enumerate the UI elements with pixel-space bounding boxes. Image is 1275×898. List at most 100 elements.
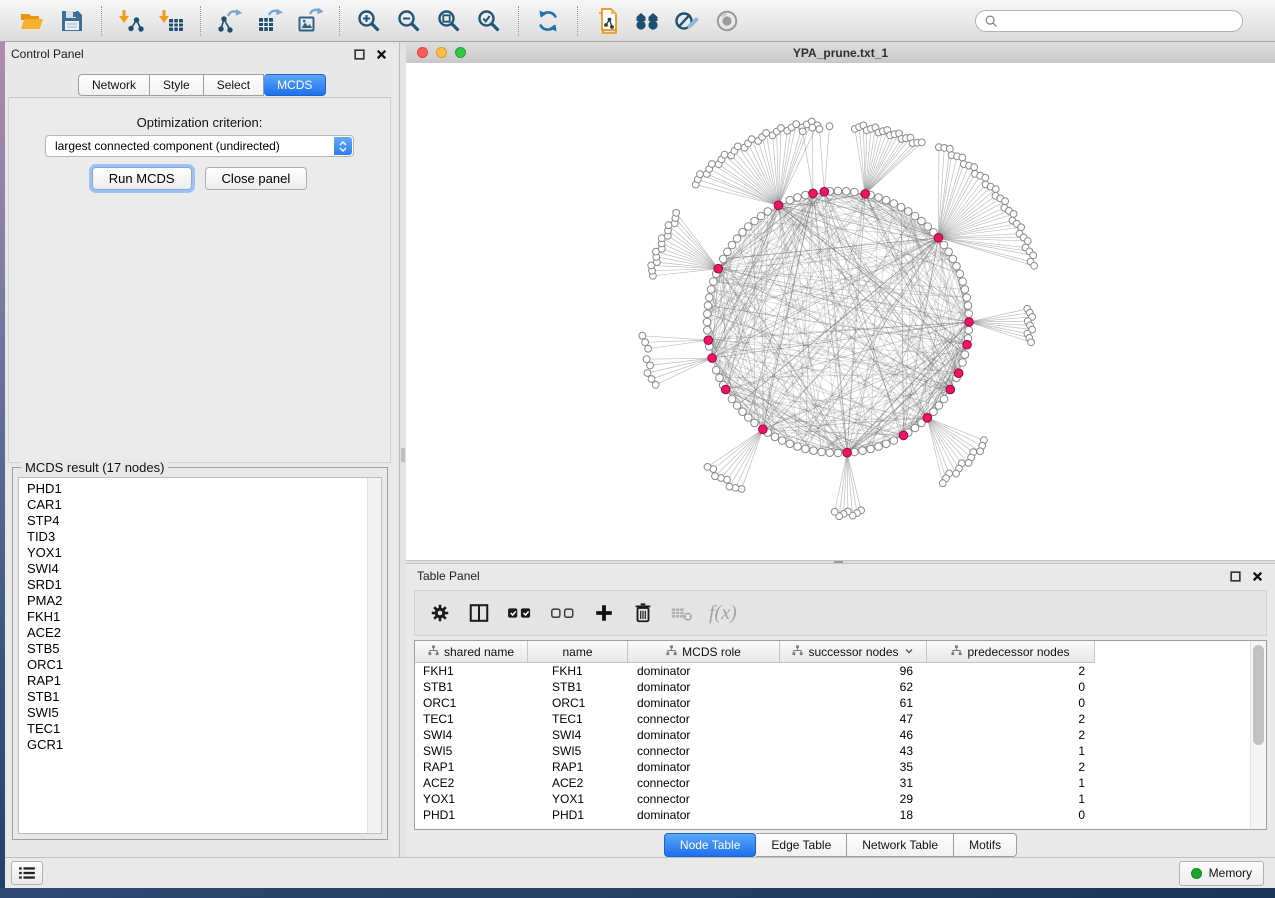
settings-gear-icon[interactable] [428,601,452,625]
close-panel-icon[interactable] [1251,570,1264,583]
table-cell: FKH1 [415,664,528,678]
table-cell: 2 [927,712,1095,726]
delete-column-icon[interactable] [631,601,655,625]
search-box[interactable] [975,10,1243,32]
main-toolbar-icons [12,6,747,36]
split-columns-icon[interactable] [467,601,491,625]
column-header-MCDS-role[interactable]: MCDS role [628,641,780,662]
tab-style[interactable]: Style [150,74,204,96]
mcds-result-item[interactable]: PHD1 [27,481,381,497]
mcds-result-item[interactable]: ORC1 [27,657,381,673]
node-table: shared namenameMCDS rolesuccessor nodes p… [414,640,1267,830]
mcds-result-item[interactable]: CAR1 [27,497,381,513]
desktop-wallpaper-strip [0,42,5,888]
export-network-icon[interactable] [217,8,243,34]
tab-mcds[interactable]: MCDS [264,74,326,96]
table-row[interactable]: RAP1RAP1dominator352 [415,759,1251,775]
vizmapper-icon[interactable] [674,8,700,34]
delete-table-icon [670,601,694,625]
mcds-result-item[interactable]: GCR1 [27,737,381,753]
table-row[interactable]: FKH1FKH1dominator962 [415,663,1251,679]
mcds-result-list[interactable]: PHD1CAR1STP4TID3YOX1SWI4SRD1PMA2FKH1ACE2… [18,477,382,834]
table-row[interactable]: SWI4SWI4dominator462 [415,727,1251,743]
close-panel-button[interactable]: Close panel [205,167,308,190]
refresh-icon[interactable] [535,8,561,34]
mcds-result-box: MCDS result (17 nodes) PHD1CAR1STP4TID3Y… [12,467,388,840]
table-cell: ORC1 [528,696,628,710]
table-row[interactable]: SWI5SWI5connector431 [415,743,1251,759]
export-table-icon[interactable] [257,8,283,34]
column-header-name[interactable]: name [528,641,628,662]
divider-grip [834,561,843,563]
maximize-window-icon[interactable] [455,47,466,58]
close-panel-icon[interactable] [375,48,388,61]
control-panel: Control Panel NetworkStyleSelectMCDS Opt… [0,42,400,857]
control-panel-header: Control Panel [0,42,399,66]
table-row[interactable]: YOX1YOX1connector291 [415,791,1251,807]
mcds-result-item[interactable]: RAP1 [27,673,381,689]
table-scrollbar-thumb[interactable] [1253,645,1264,745]
save-session-icon[interactable] [59,8,85,34]
import-network-icon[interactable] [118,8,144,34]
table-cell: YOX1 [415,792,528,806]
search-input[interactable] [998,13,1234,29]
float-panel-icon[interactable] [1229,570,1242,583]
network-canvas[interactable] [406,63,1275,560]
mcds-result-item[interactable]: SRD1 [27,577,381,593]
mcds-result-item[interactable]: TID3 [27,529,381,545]
table-row[interactable]: ACE2ACE2connector311 [415,775,1251,791]
show-panels-list-button[interactable] [11,861,43,885]
column-type-icon [951,645,962,659]
tab-motifs[interactable]: Motifs [954,833,1017,857]
export-image-icon[interactable] [297,8,323,34]
run-mcds-button[interactable]: Run MCDS [92,167,192,190]
mcds-result-item[interactable]: SWI5 [27,705,381,721]
mcds-result-item[interactable]: SWI4 [27,561,381,577]
table-scrollbar[interactable] [1250,641,1266,829]
mcds-result-item[interactable]: STP4 [27,513,381,529]
table-row[interactable]: STB1STB1dominator620 [415,679,1251,695]
table-row[interactable]: TEC1TEC1connector472 [415,711,1251,727]
toolbar-separator [339,6,340,36]
deselect-all-icon[interactable] [549,601,577,625]
network-window-titlebar[interactable]: YPA_prune.txt_1 [406,42,1275,64]
show-graphics-details-icon[interactable] [714,8,740,34]
zoom-fit-icon[interactable] [436,8,462,34]
float-panel-icon[interactable] [353,48,366,61]
network-overview-icon[interactable] [634,8,660,34]
close-window-icon[interactable] [417,47,428,58]
mcds-result-item[interactable]: STB1 [27,689,381,705]
table-row[interactable]: PHD1PHD1dominator180 [415,807,1251,823]
memory-button[interactable]: Memory [1179,861,1264,886]
column-header-label: predecessor nodes [967,645,1069,659]
mcds-result-item[interactable]: ACE2 [27,625,381,641]
mcds-result-item[interactable]: TEC1 [27,721,381,737]
tab-node-table[interactable]: Node Table [664,833,757,857]
column-header-predecessor-nodes[interactable]: predecessor nodes [927,641,1095,662]
import-table-icon[interactable] [158,8,184,34]
mcds-result-item[interactable]: YOX1 [27,545,381,561]
network-graph[interactable] [406,63,1275,560]
zoom-out-icon[interactable] [396,8,422,34]
select-all-icon[interactable] [506,601,534,625]
column-header-shared-name[interactable]: shared name [415,641,528,662]
zoom-selected-icon[interactable] [476,8,502,34]
mcds-result-item[interactable]: FKH1 [27,609,381,625]
mcds-result-item[interactable]: STB5 [27,641,381,657]
mcds-list-scrollbar[interactable] [367,478,381,833]
table-row[interactable]: ORC1ORC1dominator610 [415,695,1251,711]
table-cell: FKH1 [528,664,628,678]
tab-select[interactable]: Select [204,74,264,96]
add-column-icon[interactable] [592,601,616,625]
table-cell: TEC1 [415,712,528,726]
tab-network-table[interactable]: Network Table [847,833,954,857]
minimize-window-icon[interactable] [436,47,447,58]
optimization-criterion-select[interactable]: largest connected component (undirected) [45,135,354,157]
zoom-in-icon[interactable] [356,8,382,34]
open-session-icon[interactable] [19,8,45,34]
share-document-icon[interactable] [594,8,620,34]
mcds-result-item[interactable]: PMA2 [27,593,381,609]
column-header-successor-nodes[interactable]: successor nodes [780,641,927,662]
tab-edge-table[interactable]: Edge Table [756,833,847,857]
tab-network[interactable]: Network [78,74,150,96]
